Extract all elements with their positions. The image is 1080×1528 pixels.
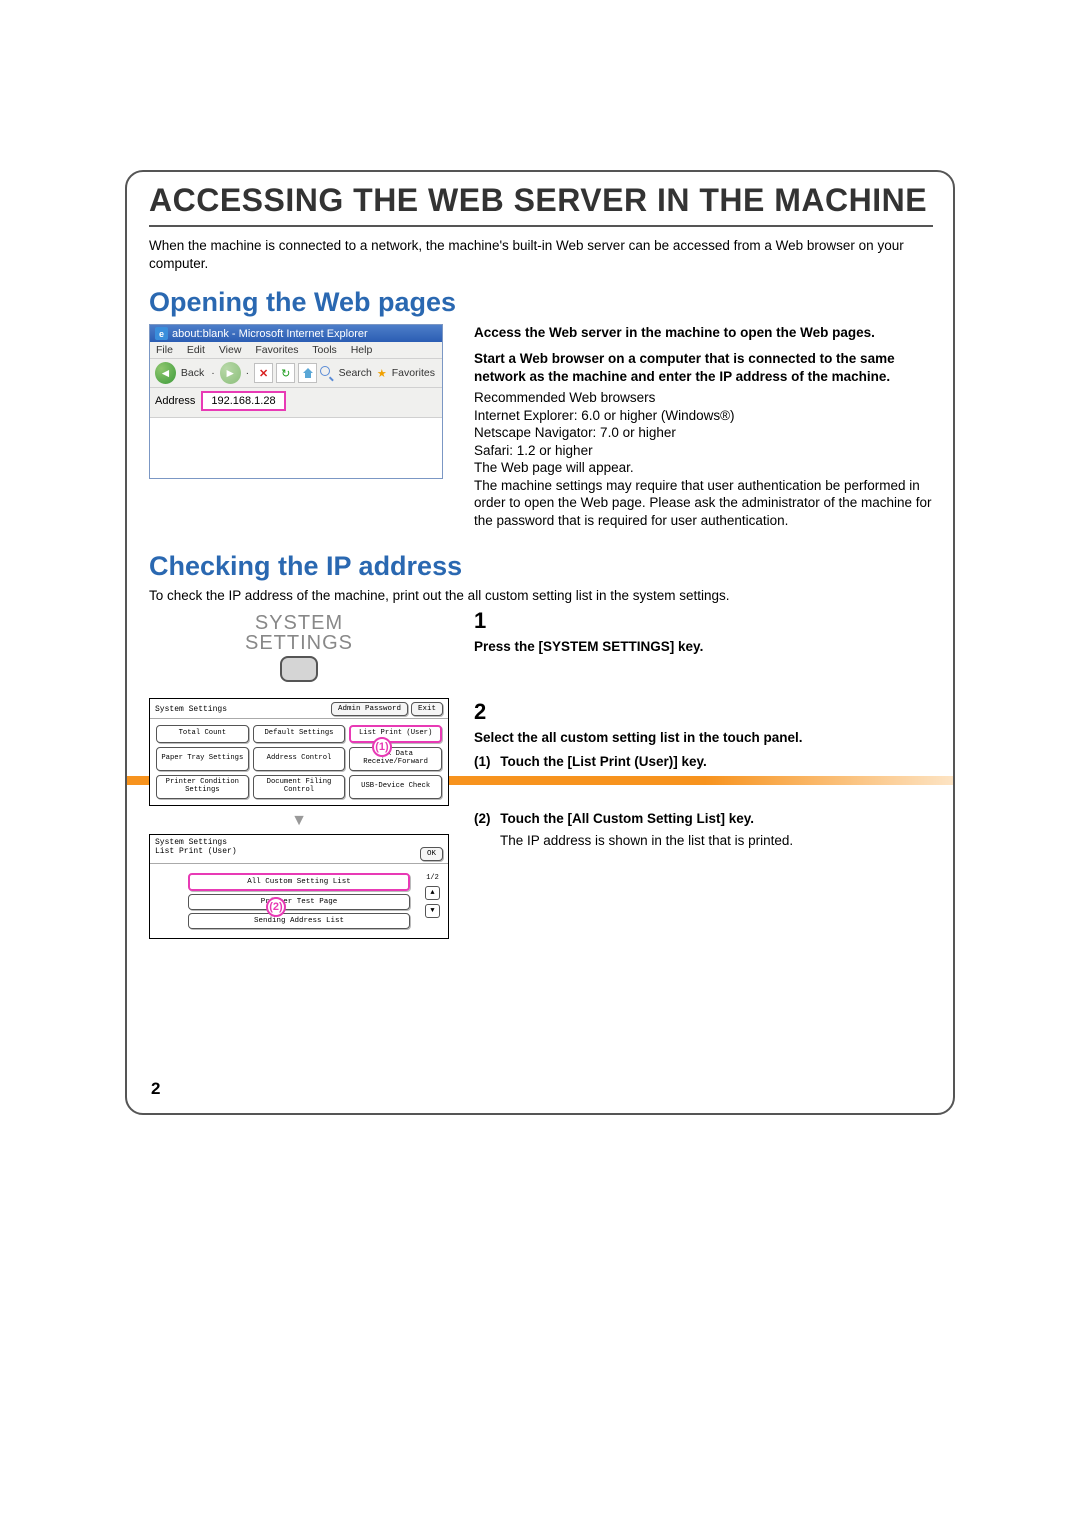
page-number: 2 — [151, 1079, 160, 1099]
document-filing-button[interactable]: Document Filing Control — [253, 775, 346, 799]
usb-device-check-button[interactable]: USB-Device Check — [349, 775, 442, 799]
menu-file[interactable]: File — [156, 344, 173, 356]
syskey-label-1: SYSTEM — [255, 613, 343, 633]
page-title: ACCESSING THE WEB SERVER IN THE MACHINE — [149, 182, 933, 219]
menu-tools[interactable]: Tools — [312, 344, 337, 356]
admin-password-button[interactable]: Admin Password — [331, 702, 408, 716]
touchpanel-illustrations: System Settings Admin Password Exit Tota… — [149, 698, 449, 945]
substep2-note: The IP address is shown in the list that… — [500, 832, 933, 850]
step1-text: 1 Press the [SYSTEM SETTINGS] key. — [474, 607, 933, 682]
ie-window: e about:blank - Microsoft Internet Explo… — [149, 324, 443, 479]
ie-toolbar: ◄ Back · ► · ✕ ↻ Search ★ — [150, 359, 442, 388]
section2-intro: To check the IP address of the machine, … — [149, 588, 933, 603]
system-settings-key[interactable] — [280, 656, 318, 682]
step2-number: 2 — [474, 698, 933, 727]
title-underline — [149, 225, 933, 227]
toolbar-favorites-label: Favorites — [390, 367, 437, 379]
panel-system-settings: System Settings Admin Password Exit Tota… — [149, 698, 449, 806]
exit-button[interactable]: Exit — [411, 702, 443, 716]
panel-list-print: System Settings List Print (User) OK All… — [149, 834, 449, 939]
syskey-label-2: SETTINGS — [245, 633, 353, 653]
syskey-illustration: SYSTEM SETTINGS — [149, 607, 449, 682]
browser-line-4: The Web page will appear. — [474, 459, 933, 477]
menu-favorites[interactable]: Favorites — [255, 344, 298, 356]
total-count-button[interactable]: Total Count — [156, 725, 249, 743]
content: ACCESSING THE WEB SERVER IN THE MACHINE … — [127, 172, 953, 965]
ie-screenshot: e about:blank - Microsoft Internet Explo… — [149, 324, 449, 529]
section1-instructions: Access the Web server in the machine to … — [474, 324, 933, 529]
section1-row: e about:blank - Microsoft Internet Explo… — [149, 324, 933, 529]
default-settings-button[interactable]: Default Settings — [253, 725, 346, 743]
search-icon[interactable] — [320, 366, 333, 380]
menu-help[interactable]: Help — [351, 344, 373, 356]
ie-body — [150, 418, 442, 478]
back-icon[interactable]: ◄ — [155, 362, 176, 384]
sep2: · — [244, 367, 252, 379]
sending-address-list-button[interactable]: Sending Address List — [188, 913, 410, 929]
step1-instruction: Press the [SYSTEM SETTINGS] key. — [474, 638, 933, 656]
all-custom-setting-list-button[interactable]: All Custom Setting List — [188, 873, 410, 891]
intro-text: When the machine is connected to a netwo… — [149, 237, 933, 273]
printer-condition-button[interactable]: Printer Condition Settings — [156, 775, 249, 799]
ie-logo-icon: e — [155, 327, 168, 340]
section1-step: Start a Web browser on a computer that i… — [474, 350, 933, 385]
step1-number: 1 — [474, 607, 933, 636]
back-label: Back — [179, 367, 206, 379]
section-heading-opening: Opening the Web pages — [149, 287, 933, 318]
browser-line-5: The machine settings may require that us… — [474, 477, 933, 530]
section-heading-ip: Checking the IP address — [149, 551, 933, 582]
panel1-title: System Settings — [155, 705, 328, 714]
section1-lead: Access the Web server in the machine to … — [474, 324, 933, 342]
sep: · — [209, 367, 217, 379]
ie-address-bar: Address 192.168.1.28 — [150, 388, 442, 418]
browser-line-0: Recommended Web browsers — [474, 389, 933, 407]
ie-title-text: about:blank - Microsoft Internet Explore… — [172, 328, 368, 340]
step2-row: System Settings Admin Password Exit Tota… — [149, 698, 933, 945]
toolbar-search-label: Search — [337, 367, 374, 379]
step2-head: Select the all custom setting list in th… — [474, 729, 933, 747]
list-print-user-button[interactable]: List Print (User) — [349, 725, 442, 743]
forward-icon[interactable]: ► — [220, 362, 241, 384]
substep1-num: (1) — [474, 754, 491, 769]
panel2-subtitle: List Print (User) — [155, 847, 417, 861]
refresh-icon[interactable]: ↻ — [276, 363, 295, 383]
callout-2: (2) — [266, 897, 286, 917]
printer-test-page-button[interactable]: Printer Test Page — [188, 894, 410, 910]
address-label: Address — [155, 395, 195, 407]
page: ACCESSING THE WEB SERVER IN THE MACHINE … — [0, 0, 1080, 1528]
browser-line-2: Netscape Navigator: 7.0 or higher — [474, 424, 933, 442]
scroll-down-button[interactable]: ▼ — [425, 904, 440, 918]
substep2-num: (2) — [474, 811, 491, 826]
outer-frame: ACCESSING THE WEB SERVER IN THE MACHINE … — [125, 170, 955, 1115]
home-icon[interactable] — [298, 363, 317, 383]
browser-line-3: Safari: 1.2 or higher — [474, 442, 933, 460]
scroll-up-button[interactable]: ▲ — [425, 886, 440, 900]
substep1-text: Touch the [List Print (User)] key. — [500, 754, 707, 769]
menu-view[interactable]: View — [219, 344, 242, 356]
down-arrow-icon: ▼ — [149, 812, 449, 830]
ie-menu-bar: File Edit View Favorites Tools Help — [150, 342, 442, 359]
paper-tray-settings-button[interactable]: Paper Tray Settings — [156, 747, 249, 771]
stop-icon[interactable]: ✕ — [254, 363, 273, 383]
page-indicator: 1/2 — [425, 874, 440, 882]
favorites-icon[interactable]: ★ — [377, 367, 387, 380]
step2-text: 2 Select the all custom setting list in … — [474, 698, 933, 945]
menu-edit[interactable]: Edit — [187, 344, 205, 356]
fax-data-button[interactable]: Fax Data Receive/Forward — [349, 747, 442, 771]
substep2-text: Touch the [All Custom Setting List] key. — [500, 811, 754, 826]
scroll-controls: 1/2 ▲ ▼ — [425, 874, 440, 918]
panel2-title: System Settings — [155, 838, 443, 847]
browser-line-1: Internet Explorer: 6.0 or higher (Window… — [474, 407, 933, 425]
ie-titlebar: e about:blank - Microsoft Internet Explo… — [150, 325, 442, 342]
step1-row: SYSTEM SETTINGS 1 Press the [SYSTEM SETT… — [149, 607, 933, 682]
address-field[interactable]: 192.168.1.28 — [201, 391, 285, 411]
address-control-button[interactable]: Address Control — [253, 747, 346, 771]
ok-button[interactable]: OK — [420, 847, 443, 861]
